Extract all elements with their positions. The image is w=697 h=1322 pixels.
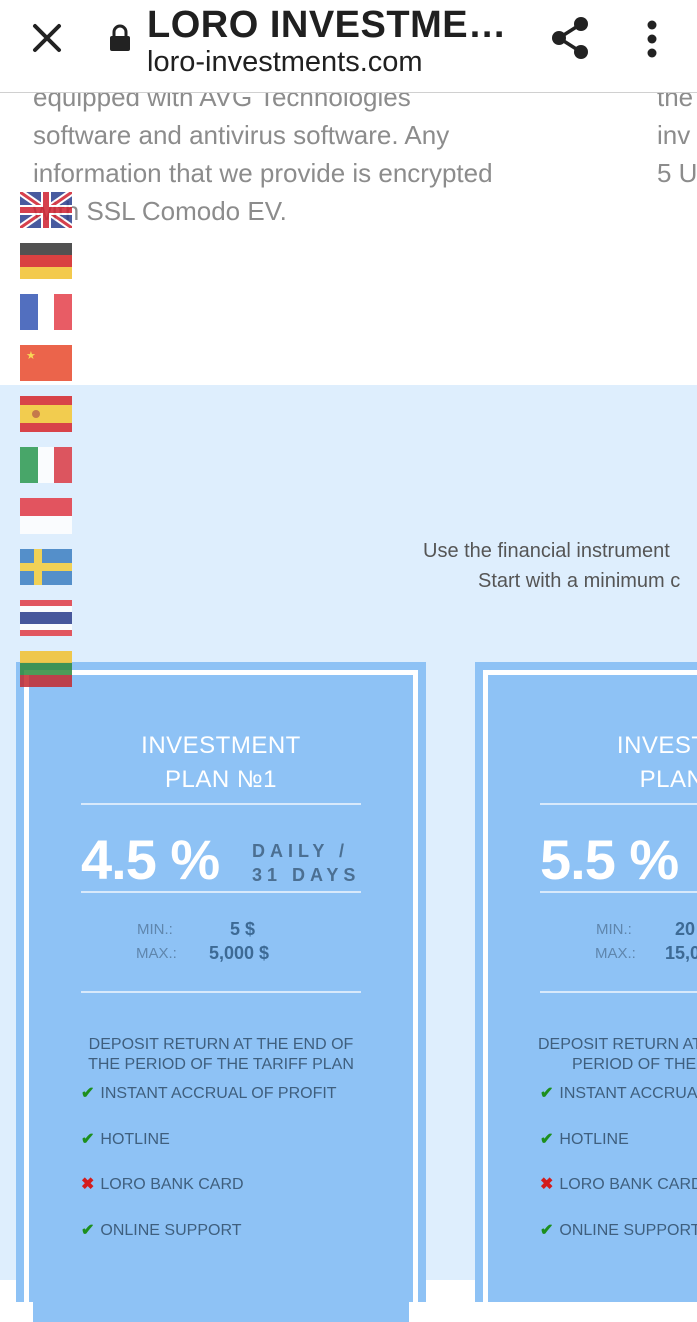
- check-icon: ✔: [81, 1131, 95, 1148]
- flag-france-icon[interactable]: [20, 294, 72, 330]
- max-label: MAX.:: [136, 945, 177, 962]
- share-icon[interactable]: [547, 14, 593, 62]
- cross-icon: ✖: [540, 1176, 554, 1193]
- language-switcher: ★: [20, 192, 72, 702]
- feature-item: ✔ ONLINE SUPPORT: [540, 1222, 697, 1239]
- plan-card[interactable]: INVESTMENT PLAN №1 4.5 % DAILY / 31 DAYS…: [16, 662, 426, 1322]
- max-value: 5,000 $: [209, 943, 270, 963]
- plan-card[interactable]: INVESTM PLAN 5.5 % MIN.: 20 MAX.: 15,0 D…: [475, 662, 697, 1302]
- check-icon: ✔: [81, 1085, 95, 1102]
- check-icon: ✔: [540, 1222, 554, 1239]
- svg-text:★: ★: [26, 349, 36, 362]
- feature-item: ✔ HOTLINE: [540, 1131, 629, 1148]
- lock-icon: [107, 24, 133, 52]
- plan-title: INVESTM PLAN: [616, 732, 697, 793]
- max-value: 15,0: [665, 943, 697, 963]
- flag-china-icon[interactable]: ★: [20, 345, 72, 381]
- plan-period: DAILY / 31 DAYS: [252, 841, 361, 885]
- max-label: MAX.:: [595, 945, 636, 962]
- divider: [540, 803, 697, 805]
- check-icon: ✔: [540, 1131, 554, 1148]
- feature-item: ✖ LORO BANK CARD: [540, 1176, 697, 1193]
- min-value: 20: [675, 919, 696, 939]
- flag-italy-icon[interactable]: [20, 447, 72, 483]
- divider: [81, 803, 361, 805]
- security-line: software and antivirus software. Any: [33, 120, 450, 150]
- security-line: information that we provide is encrypted: [33, 158, 493, 188]
- browser-toolbar: LORO INVESTME… loro-investments.com: [0, 0, 697, 93]
- close-icon[interactable]: [27, 18, 67, 58]
- feature-item: ✔ HOTLINE: [81, 1131, 170, 1148]
- flag-uk-icon[interactable]: [20, 192, 72, 228]
- feature-item: ✔INSTANT ACCRUAL C: [540, 1085, 697, 1102]
- section-tagline: Start with a minimum c: [478, 570, 681, 592]
- divider: [81, 891, 361, 893]
- check-icon: ✔: [540, 1085, 554, 1102]
- section-tagline: Use the financial instrument: [423, 540, 670, 562]
- divider: [540, 991, 697, 993]
- security-paragraph-right: the inv 5 U: [657, 78, 697, 192]
- security-right-line: inv: [657, 120, 691, 150]
- security-line: with SSL Comodo EV.: [33, 196, 287, 226]
- deposit-return-text: DEPOSIT RETURN AT PERIOD OF THE T: [538, 1036, 697, 1073]
- feature-item: ✖ LORO BANK CARD: [81, 1176, 244, 1193]
- security-paragraph: equipped with AVG Technologies software …: [33, 78, 573, 230]
- flag-thailand-icon[interactable]: [20, 600, 72, 636]
- divider: [81, 991, 361, 993]
- flag-spain-icon[interactable]: [20, 396, 72, 432]
- min-label: MIN.:: [137, 921, 173, 938]
- plan-title: INVESTMENT PLAN №1: [141, 732, 301, 793]
- flag-germany-icon[interactable]: [20, 243, 72, 279]
- flag-indonesia-icon[interactable]: [20, 498, 72, 534]
- cross-icon: ✖: [81, 1176, 95, 1193]
- feature-item: ✔ ONLINE SUPPORT: [81, 1222, 242, 1239]
- flag-sweden-icon[interactable]: [20, 549, 72, 585]
- divider: [540, 891, 697, 893]
- plan-rate: 5.5 %: [540, 828, 679, 891]
- min-value: 5 $: [230, 919, 256, 939]
- security-right-line: 5 U: [657, 158, 697, 188]
- more-options-icon[interactable]: [636, 16, 668, 62]
- plan-rate: 4.5 %: [81, 828, 220, 891]
- min-label: MIN.:: [596, 921, 632, 938]
- deposit-return-text: DEPOSIT RETURN AT THE END OF THE PERIOD …: [88, 1036, 354, 1073]
- page-url[interactable]: loro-investments.com: [147, 46, 423, 79]
- page-title: LORO INVESTME…: [147, 4, 507, 46]
- feature-item: ✔ INSTANT ACCRUAL OF PROFIT: [81, 1085, 337, 1102]
- flag-lithuania-icon[interactable]: [20, 651, 72, 687]
- check-icon: ✔: [81, 1222, 95, 1239]
